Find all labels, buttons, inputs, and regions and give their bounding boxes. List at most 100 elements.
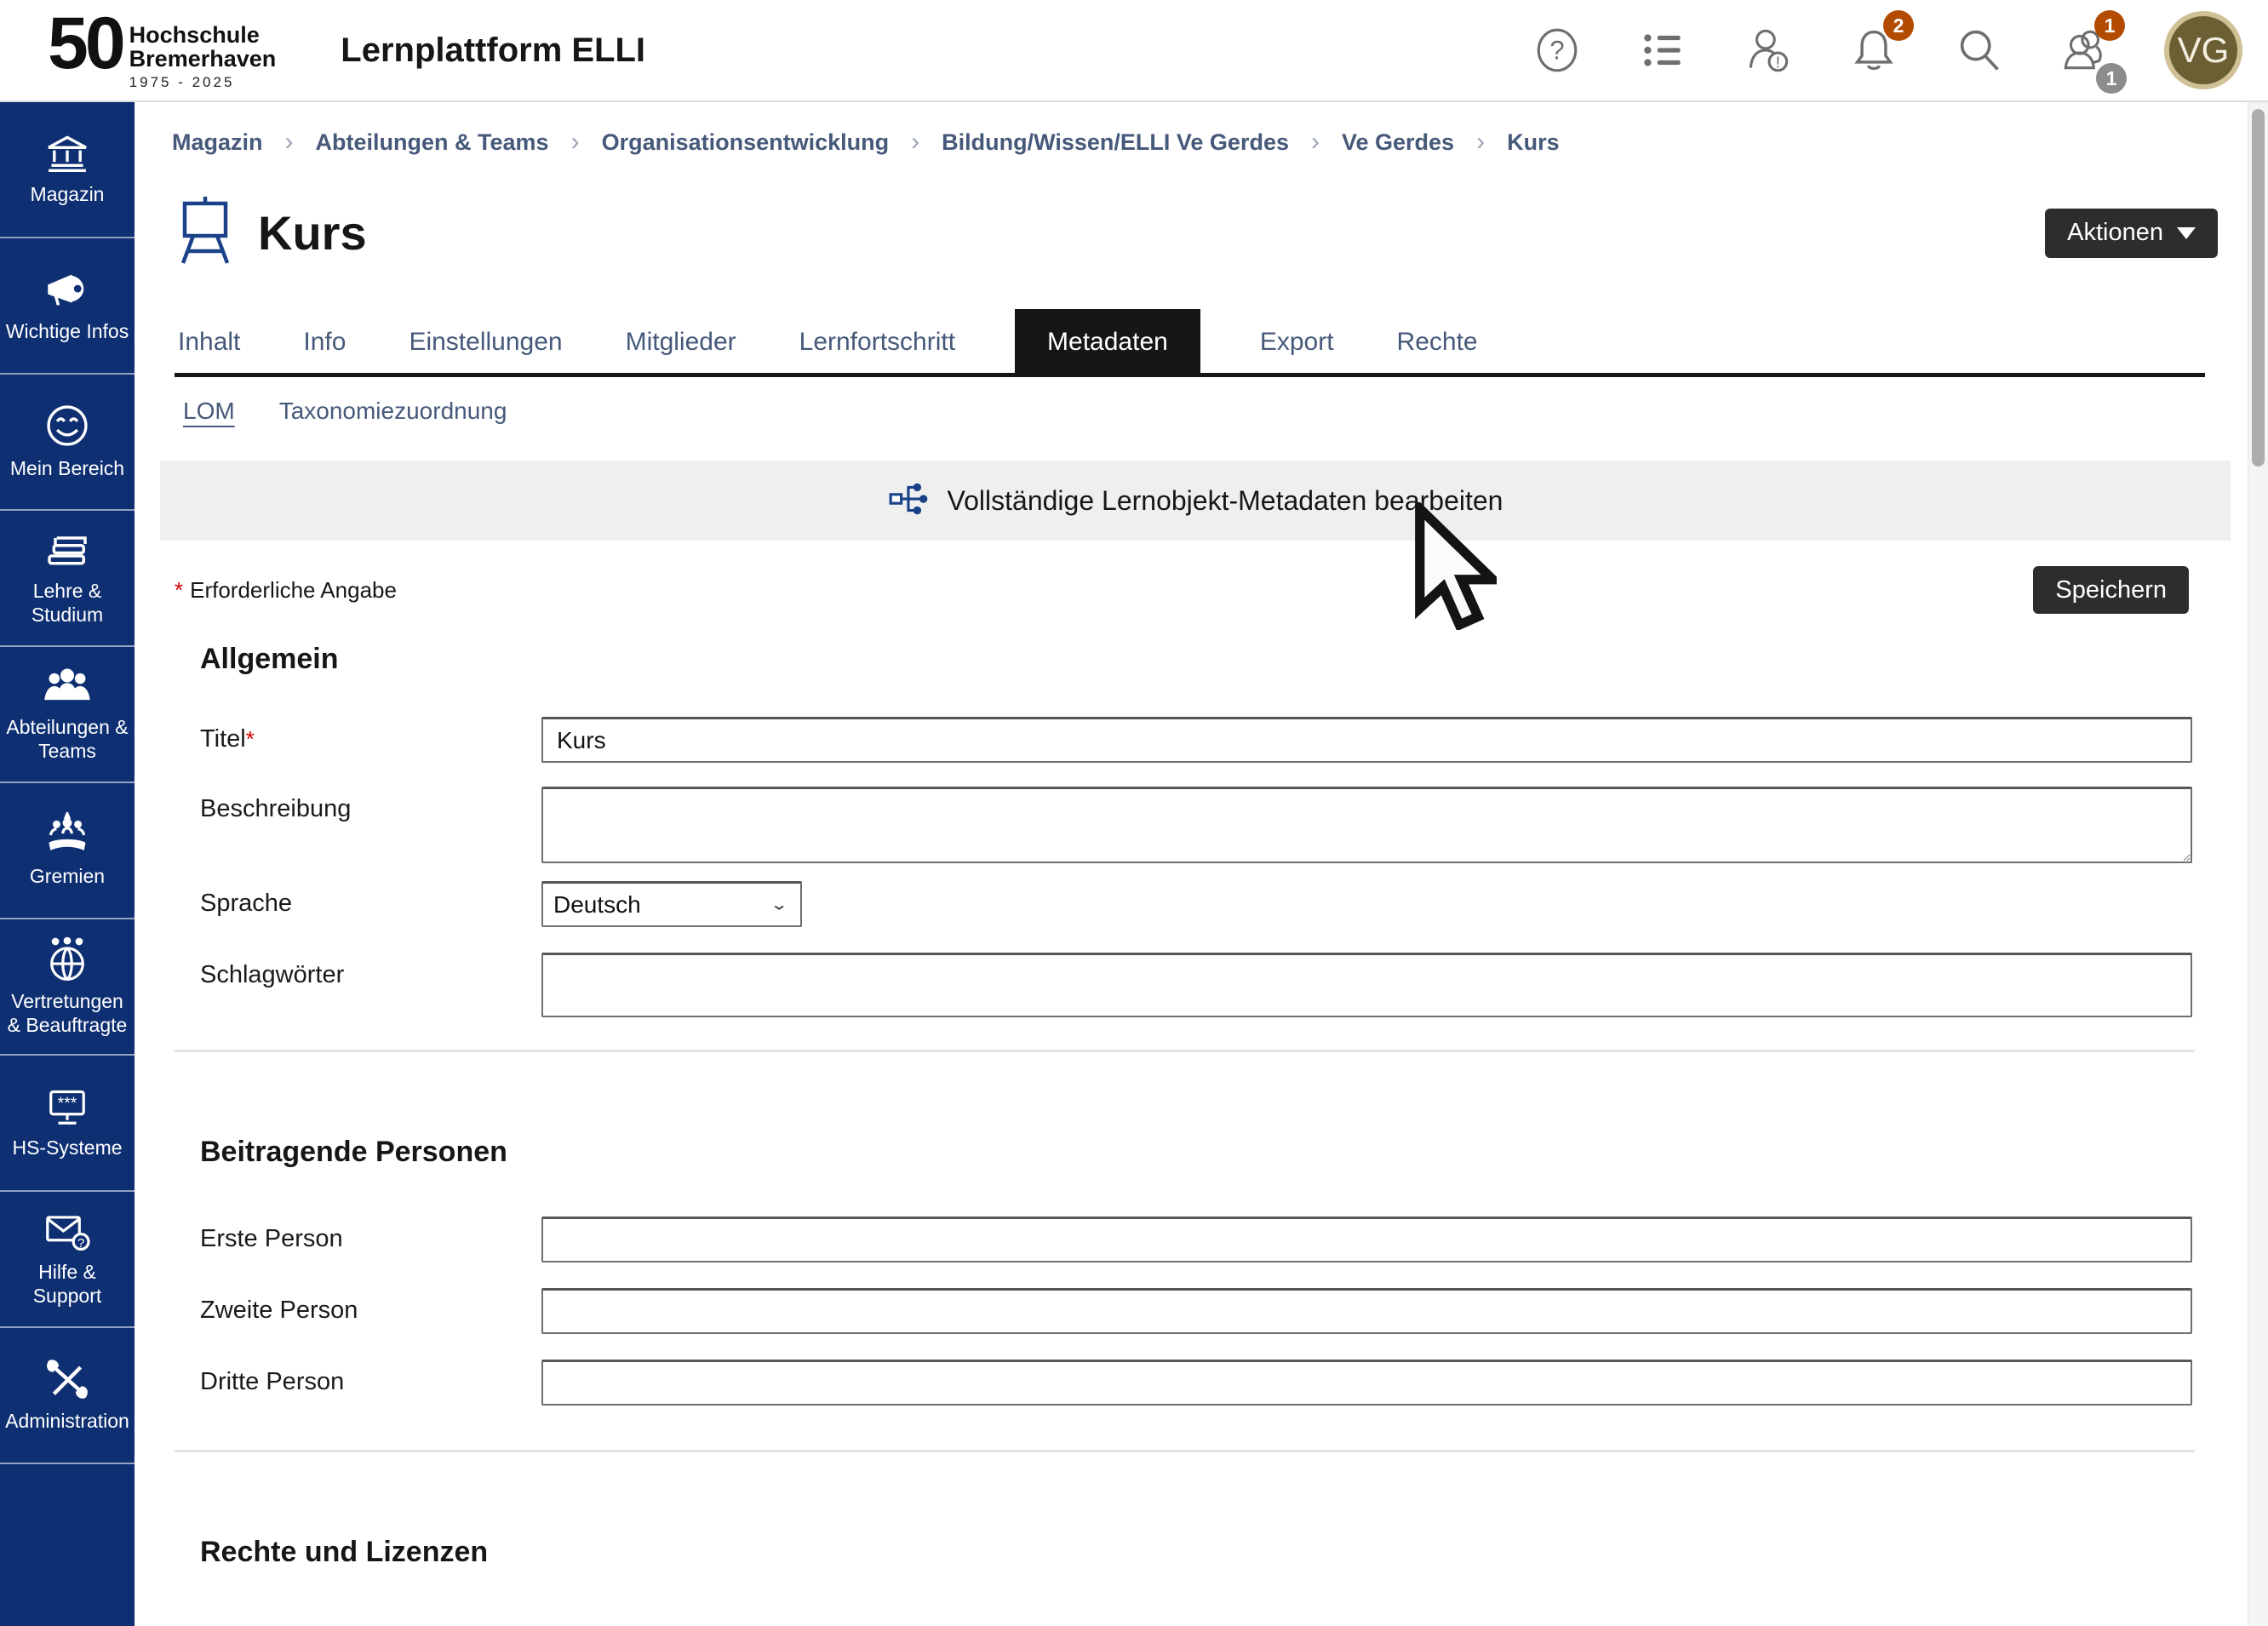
user-status-icon[interactable]: ! <box>1742 24 1795 77</box>
tab-lernfortschritt[interactable]: Lernfortschritt <box>796 328 959 357</box>
form-row-zweite-person: Zweite Person <box>135 1288 2248 1334</box>
vertical-scrollbar[interactable] <box>2248 102 2268 1626</box>
required-note-row: * Erforderliche Angabe Speichern <box>175 566 2189 614</box>
sidebar-item-mein-bereich[interactable]: Mein Bereich <box>0 375 135 511</box>
main-sidebar: Magazin Wichtige Infos Mein <box>0 102 135 1626</box>
required-asterisk: * <box>246 726 255 752</box>
breadcrumb-item[interactable]: Magazin <box>172 129 263 156</box>
tab-export[interactable]: Export <box>1257 328 1337 357</box>
megaphone-icon <box>43 267 91 312</box>
university-logo: 50 Hochschule Bremerhaven 1975 - 2025 <box>48 9 276 92</box>
screen: 50 Hochschule Bremerhaven 1975 - 2025 Le… <box>0 0 2268 1626</box>
app-header: 50 Hochschule Bremerhaven 1975 - 2025 Le… <box>0 0 2268 102</box>
breadcrumb-item[interactable]: Kurs <box>1507 129 1560 156</box>
zweite-person-input[interactable] <box>541 1288 2192 1334</box>
chevron-right-icon: › <box>285 128 294 157</box>
form-row-titel: Titel* <box>135 717 2248 763</box>
sidebar-item-magazin[interactable]: Magazin <box>0 102 135 238</box>
form-row-schlagwoerter: Schlagwörter <box>135 953 2248 1017</box>
erste-person-input[interactable] <box>541 1217 2192 1262</box>
search-icon[interactable] <box>1953 24 2006 77</box>
todo-list-icon[interactable] <box>1636 24 1689 77</box>
contacts-icon[interactable]: 1 1 <box>2059 24 2111 77</box>
sidebar-item-label: Vertretungen & Beauftragte <box>0 990 135 1037</box>
smiley-icon <box>44 403 90 449</box>
breadcrumb-item[interactable]: Abteilungen & Teams <box>316 129 549 156</box>
tools-icon <box>43 1357 91 1401</box>
sidebar-item-gremien[interactable]: Gremien <box>0 783 135 919</box>
form-row-beschreibung: Beschreibung <box>135 787 2248 867</box>
notifications-bell-icon[interactable]: 2 <box>1847 24 1900 77</box>
sidebar-item-administration[interactable]: Administration <box>0 1328 135 1464</box>
logo-name-line1: Hochschule <box>129 23 277 47</box>
chevron-right-icon: › <box>1311 128 1320 157</box>
sidebar-item-label: Hilfe & Support <box>0 1261 135 1308</box>
sprache-selected-value: Deutsch <box>553 891 641 919</box>
chevron-right-icon: › <box>911 128 919 157</box>
sidebar-item-label: Magazin <box>27 183 108 207</box>
form-row-erste-person: Erste Person <box>135 1217 2248 1262</box>
edit-full-metadata-banner[interactable]: Vollständige Lernobjekt-Metadaten bearbe… <box>160 461 2231 541</box>
svg-text:?: ? <box>77 1236 84 1251</box>
sidebar-item-abteilungen-teams[interactable]: Abteilungen & Teams <box>0 647 135 783</box>
svg-text:***: *** <box>58 1095 77 1113</box>
metadata-hub-icon <box>888 478 931 524</box>
field-label-schlagwoerter: Schlagwörter <box>200 953 541 989</box>
tab-rechte[interactable]: Rechte <box>1394 328 1481 357</box>
field-label-titel: Titel* <box>200 717 541 753</box>
user-avatar[interactable]: VG <box>2164 11 2242 89</box>
sidebar-item-lehre-studium[interactable]: Lehre & Studium <box>0 511 135 647</box>
schlagwoerter-input[interactable] <box>541 953 2192 1017</box>
required-asterisk: * <box>175 577 183 603</box>
titel-input[interactable] <box>541 717 2192 763</box>
sidebar-item-label: Lehre & Studium <box>0 580 135 627</box>
breadcrumb-item[interactable]: Ve Gerdes <box>1342 129 1454 156</box>
field-label-sprache: Sprache <box>200 881 541 918</box>
breadcrumb-item[interactable]: Organisationsentwicklung <box>602 129 890 156</box>
bell-badge: 2 <box>1883 10 1914 41</box>
course-board-icon <box>175 194 236 272</box>
sidebar-item-vertretungen[interactable]: Vertretungen & Beauftragte <box>0 919 135 1056</box>
svg-text:!: ! <box>1776 54 1780 72</box>
sidebar-item-hs-systeme[interactable]: *** HS-Systeme <box>0 1056 135 1192</box>
books-icon <box>43 529 91 571</box>
scrollbar-thumb[interactable] <box>2252 109 2265 467</box>
sidebar-item-label: Gremien <box>26 865 108 889</box>
subtab-bar: LOM Taxonomiezuordnung <box>183 398 2248 425</box>
mail-question-icon: ? <box>43 1210 92 1252</box>
tab-inhalt[interactable]: Inhalt <box>175 328 243 357</box>
app-title: Lernplattform ELLI <box>341 31 645 70</box>
tab-einstellungen[interactable]: Einstellungen <box>405 328 565 357</box>
field-label-zweite-person: Zweite Person <box>200 1288 541 1325</box>
tab-info[interactable]: Info <box>300 328 349 357</box>
svg-text:?: ? <box>1549 35 1564 65</box>
sidebar-item-label: Abteilungen & Teams <box>0 716 135 763</box>
actions-button[interactable]: Aktionen <box>2045 209 2218 258</box>
dritte-person-input[interactable] <box>541 1360 2192 1406</box>
required-note: Erforderliche Angabe <box>190 577 397 603</box>
save-button[interactable]: Speichern <box>2033 566 2189 614</box>
subtab-lom[interactable]: LOM <box>183 398 235 425</box>
page-title: Kurs <box>258 205 367 261</box>
tab-metadaten[interactable]: Metadaten <box>1015 309 1200 375</box>
section-heading-personen: Beitragende Personen <box>200 1136 2248 1169</box>
field-label-dritte-person: Dritte Person <box>200 1360 541 1396</box>
sidebar-filler <box>0 1464 135 1626</box>
logo-name-line2: Bremerhaven <box>129 47 277 71</box>
sidebar-item-hilfe-support[interactable]: ? Hilfe & Support <box>0 1192 135 1328</box>
tab-mitglieder[interactable]: Mitglieder <box>622 328 740 357</box>
sprache-select[interactable]: Deutsch ⌄ <box>541 881 802 927</box>
section-divider <box>175 1050 2195 1052</box>
sidebar-item-label: Administration <box>2 1410 133 1434</box>
subtab-taxonomiezuordnung[interactable]: Taxonomiezuordnung <box>279 398 507 425</box>
beschreibung-textarea[interactable] <box>541 787 2192 863</box>
chevron-right-icon: › <box>571 128 580 157</box>
section-divider <box>175 1450 2195 1452</box>
field-label-erste-person: Erste Person <box>200 1217 541 1253</box>
sidebar-item-wichtige-infos[interactable]: Wichtige Infos <box>0 238 135 375</box>
help-icon[interactable]: ? <box>1531 24 1584 77</box>
form-row-dritte-person: Dritte Person <box>135 1360 2248 1406</box>
breadcrumb-item[interactable]: Bildung/Wissen/ELLI Ve Gerdes <box>942 129 1289 156</box>
breadcrumb: Magazin › Abteilungen & Teams › Organisa… <box>172 128 2214 157</box>
chevron-down-icon <box>2177 227 2196 239</box>
